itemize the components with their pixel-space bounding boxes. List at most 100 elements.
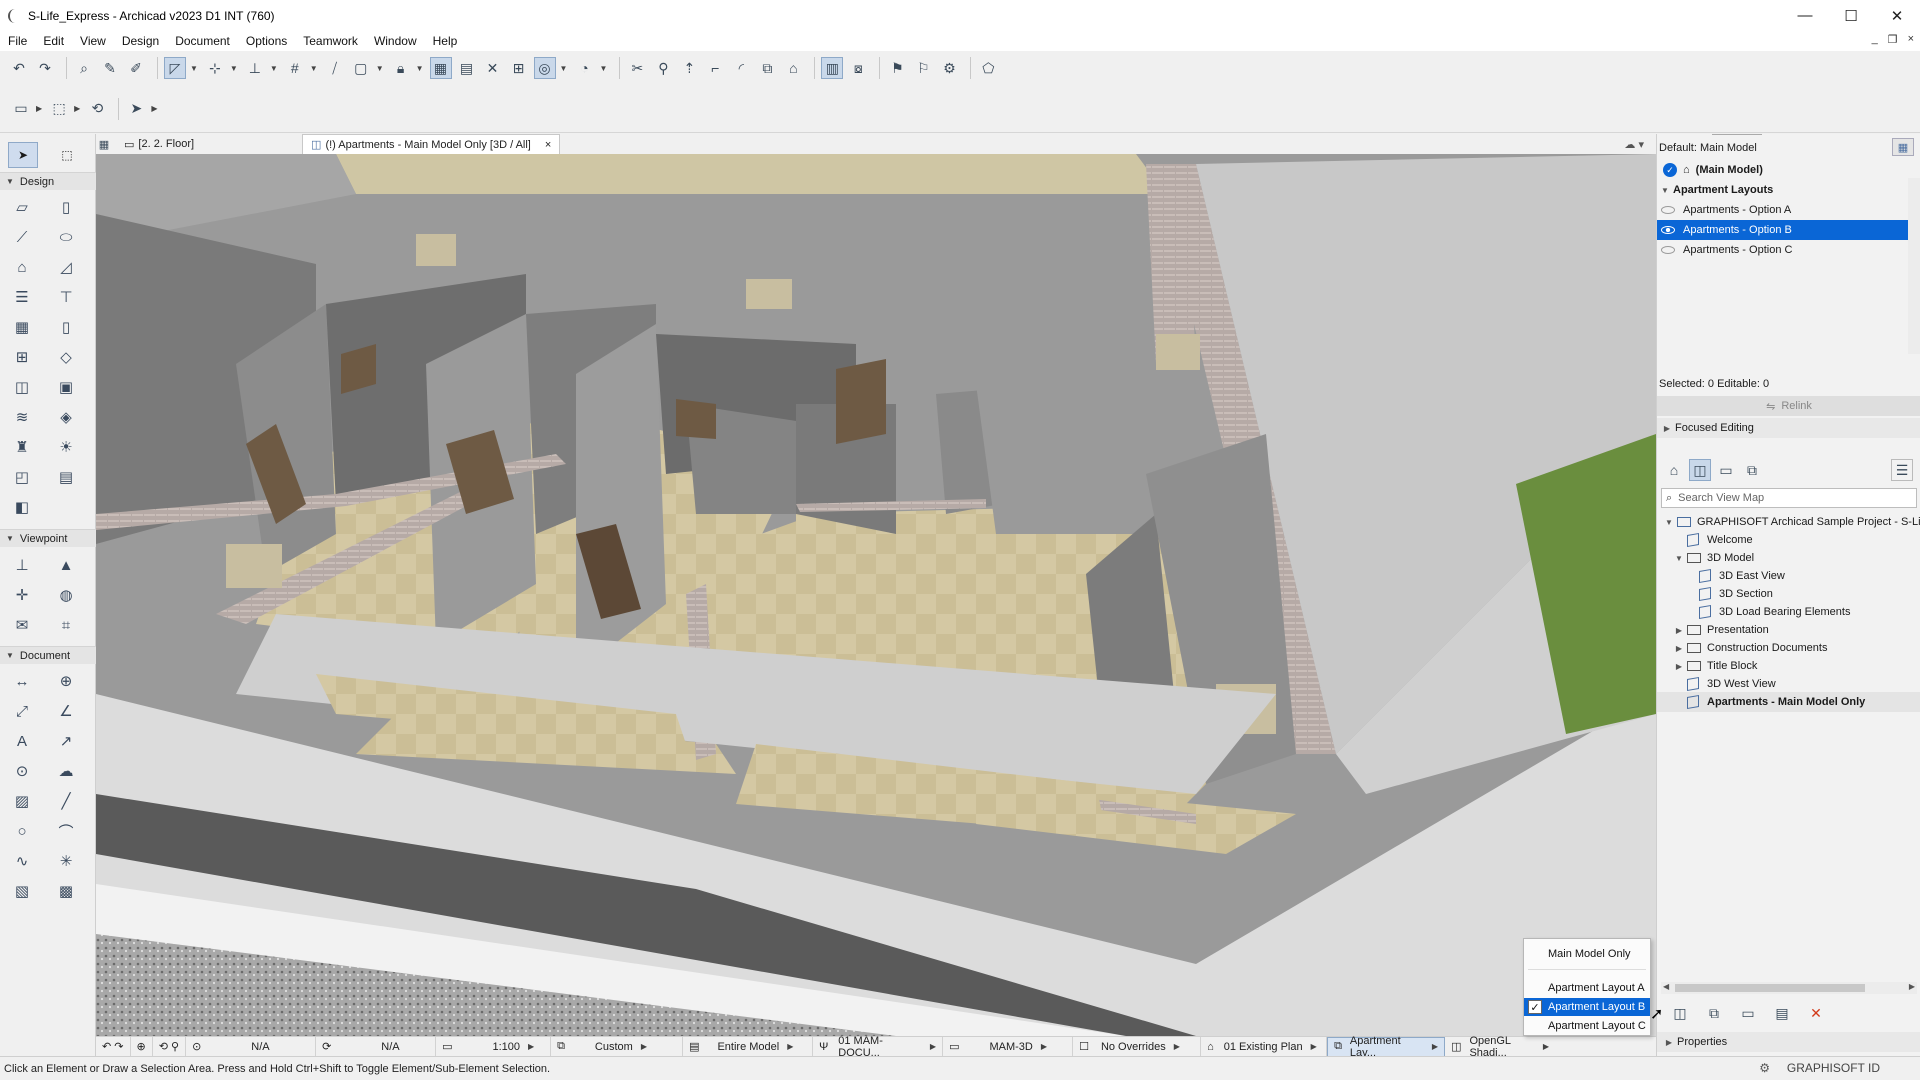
magic-wand-icon[interactable]: ⚲ xyxy=(652,57,674,79)
issue-icon[interactable]: ⚐ xyxy=(912,57,934,79)
geometry-method-icon[interactable]: ⬚ xyxy=(48,98,70,120)
tree-folder-3d-model[interactable]: ▼ 3D Model xyxy=(1657,548,1920,568)
eye-hidden-icon[interactable] xyxy=(1661,206,1675,214)
3d-engine-control[interactable]: ◫ OpenGL Shadi... ▶ xyxy=(1445,1035,1555,1059)
hotspot-tool-icon[interactable]: ✳ xyxy=(52,848,80,874)
tab-floor-plan[interactable]: ▭ [2. 2. Floor] xyxy=(116,134,202,154)
orbit-icon[interactable]: ◔ xyxy=(573,57,595,79)
dropdown-arrow-icon[interactable]: ▼ xyxy=(599,64,607,73)
dropdown-arrow-icon[interactable]: ▼ xyxy=(376,64,384,73)
line-tool-icon[interactable]: ╱ xyxy=(52,788,80,814)
menu-help[interactable]: Help xyxy=(425,34,466,48)
menu-design[interactable]: Design xyxy=(114,34,167,48)
circle-tool-icon[interactable]: ○ xyxy=(8,818,36,844)
graphisoft-id-label[interactable]: GRAPHISOFT ID xyxy=(1787,1061,1880,1075)
search-view-map-input[interactable]: ⌕ Search View Map xyxy=(1661,488,1917,508)
drawing-tool-icon[interactable]: ▩ xyxy=(52,878,80,904)
scroll-right-icon[interactable]: ▶ xyxy=(1909,982,1915,991)
menu-edit[interactable]: Edit xyxy=(35,34,72,48)
toolbox-section-viewpoint[interactable]: ▼ Viewpoint xyxy=(0,529,96,547)
slab-tool-icon[interactable]: ⬭ xyxy=(52,224,80,250)
railing-tool-icon[interactable]: ⊤ xyxy=(52,284,80,310)
section-tool-icon[interactable]: ⊥ xyxy=(8,552,36,578)
tree-item-load-bearing[interactable]: 3D Load Bearing Elements xyxy=(1657,602,1920,622)
lock-icon[interactable]: 🔒︎ xyxy=(390,57,412,79)
label-tool-icon[interactable]: ↗ xyxy=(52,728,80,754)
close-button[interactable]: ✕ xyxy=(1874,0,1920,31)
menu-teamwork[interactable]: Teamwork xyxy=(295,34,366,48)
design-options-manager-icon[interactable]: ▦ xyxy=(1892,138,1914,156)
tree-root[interactable]: ▼ GRAPHISOFT Archicad Sample Project - S… xyxy=(1657,512,1920,532)
publisher-sets-icon[interactable]: ⧉ xyxy=(1741,459,1763,481)
grid-element-tool-icon[interactable]: ⊙ xyxy=(8,758,36,784)
minimize-button[interactable]: — xyxy=(1782,0,1828,31)
elevation-tool-icon[interactable]: ▲ xyxy=(52,552,80,578)
mesh-tool-icon[interactable]: ≋ xyxy=(8,404,36,430)
3d-viewport[interactable] xyxy=(96,154,1656,1036)
zoom-level-control[interactable]: ⊙ N/A xyxy=(186,1036,317,1057)
scroll-left-icon[interactable]: ◀ xyxy=(1663,982,1669,991)
doc-close-icon[interactable]: × xyxy=(1908,33,1914,46)
adjust-icon[interactable]: ⌐ xyxy=(704,57,726,79)
teamwork-icon[interactable]: ⬠ xyxy=(977,57,999,79)
tree-item-welcome[interactable]: Welcome xyxy=(1657,530,1920,550)
dropdown-arrow-icon[interactable]: ▶ xyxy=(36,104,42,113)
change-tool-icon[interactable]: ☁ xyxy=(52,758,80,784)
structural-display-control[interactable]: ▤ Entire Model ▶ xyxy=(683,1036,814,1057)
save-view-icon[interactable]: ◫ xyxy=(1669,1002,1691,1024)
tree-folder-construction-docs[interactable]: ▶ Construction Documents xyxy=(1657,638,1920,658)
view-settings-icon[interactable]: ▤ xyxy=(1771,1002,1793,1024)
project-map-icon[interactable]: ⌂ xyxy=(1663,459,1685,481)
doc-restore-icon[interactable]: ❐ xyxy=(1888,33,1898,46)
door-tool-icon[interactable]: ▯ xyxy=(52,314,80,340)
rotate-view-icon[interactable]: ⟲ xyxy=(86,98,108,120)
arrow-selection-icon[interactable]: ➤ xyxy=(125,98,147,120)
connection-icon[interactable]: ✕ xyxy=(482,57,504,79)
syringe-icon[interactable]: ✐ xyxy=(125,57,147,79)
toolbox-section-document[interactable]: ▼ Document xyxy=(0,646,96,664)
dropdown-arrow-icon[interactable]: ▼ xyxy=(416,64,424,73)
markup-icon[interactable]: ⚙ xyxy=(938,57,960,79)
opening-tool-icon[interactable]: ◰ xyxy=(8,464,36,490)
wall-end-tool-icon[interactable]: ◧ xyxy=(8,494,36,520)
apartment-layouts-group[interactable]: ▼ Apartment Layouts xyxy=(1657,180,1920,200)
tree-horizontal-scrollbar[interactable]: ◀ ▶ xyxy=(1661,982,1917,994)
roof-tool-icon[interactable]: ⌂ xyxy=(8,254,36,280)
tree-folder-presentation[interactable]: ▶ Presentation xyxy=(1657,620,1920,640)
clone-view-icon[interactable]: ⧉ xyxy=(1703,1002,1725,1024)
figure-tool-icon[interactable]: ▧ xyxy=(8,878,36,904)
new-folder-icon[interactable]: ▭ xyxy=(1737,1002,1759,1024)
gravity-icon[interactable]: ⊥ xyxy=(244,57,266,79)
detail-tool-icon[interactable]: ✉ xyxy=(8,612,36,638)
info-box-settings-icon[interactable]: ▭ xyxy=(10,98,32,120)
lamp-tool-icon[interactable]: ♜ xyxy=(8,434,36,460)
panel-grip[interactable] xyxy=(1712,134,1762,135)
wall-tool-icon[interactable]: ▱ xyxy=(8,194,36,220)
shell-tool-icon[interactable]: ◿ xyxy=(52,254,80,280)
option-a-row[interactable]: Apartments - Option A xyxy=(1657,200,1920,220)
rotation-control[interactable]: ⟳ N/A xyxy=(316,1036,437,1057)
design-option-combination-control[interactable]: ⧉ Apartment Lay... ▶ xyxy=(1327,1035,1446,1059)
view-map-icon[interactable]: ◫ xyxy=(1689,459,1711,481)
solid-ops-icon[interactable]: ⊞ xyxy=(508,57,530,79)
redo-icon[interactable]: ↷ xyxy=(34,57,56,79)
dropdown-arrow-icon[interactable]: ▶ xyxy=(151,104,157,113)
menu-item-layout-a[interactable]: Apartment Layout A xyxy=(1524,979,1650,997)
scale-control[interactable]: ▭ 1:100 ▶ xyxy=(436,1036,552,1057)
explode-icon[interactable]: ⧉ xyxy=(756,57,778,79)
option-b-row[interactable]: Apartments - Option B xyxy=(1657,220,1920,240)
dropdown-arrow-icon[interactable]: ▼ xyxy=(270,64,278,73)
snap-guides-icon[interactable]: ⊹ xyxy=(204,57,226,79)
option-c-row[interactable]: Apartments - Option C xyxy=(1657,240,1920,260)
focused-editing-section[interactable]: ▶ Focused Editing xyxy=(1657,418,1920,438)
tab-close-icon[interactable]: × xyxy=(545,139,551,151)
camera-tool-icon[interactable]: ⌗ xyxy=(52,612,80,638)
worksheet-tool-icon[interactable]: ◍ xyxy=(52,582,80,608)
menu-item-layout-c[interactable]: Apartment Layout C xyxy=(1524,1017,1650,1035)
suspend-groups-icon[interactable]: ▦ xyxy=(429,57,452,79)
menu-options[interactable]: Options xyxy=(238,34,295,48)
guide-lines-icon[interactable]: ◸ xyxy=(164,57,186,79)
roof-trim-icon[interactable]: ⌂ xyxy=(782,57,804,79)
angle-dimension-tool-icon[interactable]: ∠ xyxy=(52,698,80,724)
orbit-walk-icon[interactable]: ⟲ ⚲ xyxy=(153,1036,187,1057)
